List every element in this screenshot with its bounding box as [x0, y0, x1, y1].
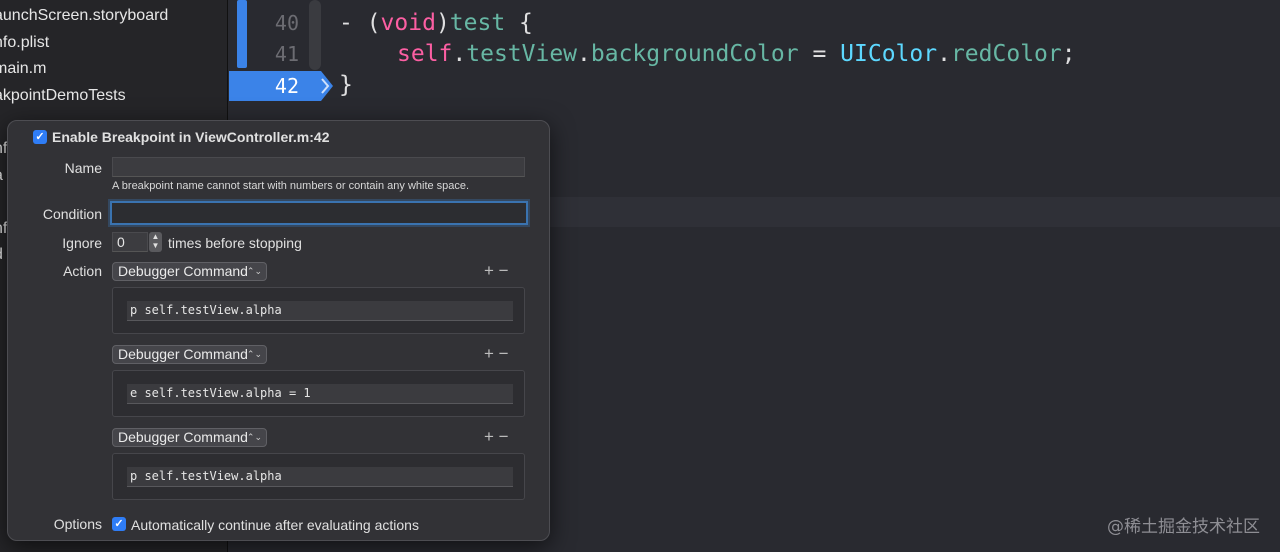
enable-breakpoint-label: Enable Breakpoint in ViewController.m:42 — [52, 129, 330, 145]
code-line-40: - (void)test { — [339, 10, 533, 36]
add-remove-action-buttons[interactable]: + − — [484, 261, 509, 281]
ignore-suffix: times before stopping — [168, 235, 302, 251]
name-hint: A breakpoint name cannot start with numb… — [112, 180, 470, 192]
code-class: UIColor — [840, 41, 938, 67]
action-type-label: Debugger Command — [118, 429, 248, 445]
code-token: . — [937, 41, 951, 67]
watermark: @稀土掘金技术社区 — [1107, 517, 1260, 537]
code-method-name: test — [449, 10, 506, 36]
chevron-updown-icon: ⌃⌄ — [246, 266, 262, 276]
code-property: backgroundColor — [590, 41, 799, 67]
name-label: Name — [64, 160, 102, 176]
debugger-command-input[interactable]: p self.testView.alpha — [127, 467, 513, 487]
debugger-command-box: p self.testView.alpha — [112, 287, 525, 334]
action-type-popup[interactable]: Debugger Command ⌃⌄ — [112, 428, 267, 447]
action-type-popup[interactable]: Debugger Command ⌃⌄ — [112, 262, 267, 281]
condition-input[interactable] — [110, 201, 528, 225]
nav-item-info-plist[interactable]: nfo.plist — [0, 34, 49, 58]
enable-breakpoint-checkbox[interactable]: ✓ — [33, 130, 47, 144]
nav-item-launchscreen[interactable]: aunchScreen.storyboard — [0, 7, 168, 31]
code-token: ; — [1061, 41, 1076, 67]
debugger-command-box: p self.testView.alpha — [112, 453, 525, 500]
action-label: Action — [63, 263, 102, 279]
code-token: = — [798, 41, 841, 67]
code-property: testView — [466, 41, 578, 67]
line-number: 40 — [274, 11, 299, 35]
ignore-count-input[interactable]: 0 — [112, 232, 148, 252]
code-token: - ( — [339, 10, 381, 36]
breakpoint-line-number: 42 — [274, 74, 299, 98]
debugger-command-box: e self.testView.alpha = 1 — [112, 370, 525, 417]
code-keyword: void — [380, 10, 436, 36]
gutter-scroll-indicator — [309, 0, 321, 70]
chevron-updown-icon: ⌃⌄ — [246, 349, 262, 359]
nav-item-tests-group[interactable]: akpointDemoTests — [0, 87, 126, 111]
nav-item-main-m[interactable]: main.m — [0, 60, 46, 84]
code-token: . — [577, 41, 591, 67]
code-keyword: self — [397, 41, 453, 67]
code-line-41: self.testView.backgroundColor = UIColor.… — [397, 41, 1076, 67]
ignore-count-stepper[interactable]: ▲ ▼ — [149, 232, 162, 252]
auto-continue-checkbox[interactable]: ✓ — [112, 517, 126, 531]
action-type-label: Debugger Command — [118, 263, 248, 279]
add-remove-action-buttons[interactable]: + − — [484, 427, 509, 447]
condition-label: Condition — [42, 206, 102, 222]
add-remove-action-buttons[interactable]: + − — [484, 344, 509, 364]
ignore-label: Ignore — [62, 235, 102, 251]
options-label: Options — [53, 516, 102, 532]
action-type-popup[interactable]: Debugger Command ⌃⌄ — [112, 345, 267, 364]
code-token: { — [505, 10, 533, 36]
code-token: . — [452, 41, 467, 67]
code-token: ) — [435, 10, 450, 36]
auto-continue-label: Automatically continue after evaluating … — [131, 517, 419, 533]
breakpoint-editor-popover: ✓ Enable Breakpoint in ViewController.m:… — [7, 120, 550, 541]
action-type-label: Debugger Command — [118, 346, 248, 362]
code-line-42: } — [339, 72, 353, 98]
debugger-command-input[interactable]: e self.testView.alpha = 1 — [127, 384, 513, 404]
debugger-command-input[interactable]: p self.testView.alpha — [127, 301, 513, 321]
breakpoint-name-input[interactable] — [112, 157, 525, 177]
line-number: 41 — [274, 42, 299, 66]
code-property: redColor — [950, 41, 1062, 67]
chevron-updown-icon: ⌃⌄ — [246, 432, 262, 442]
